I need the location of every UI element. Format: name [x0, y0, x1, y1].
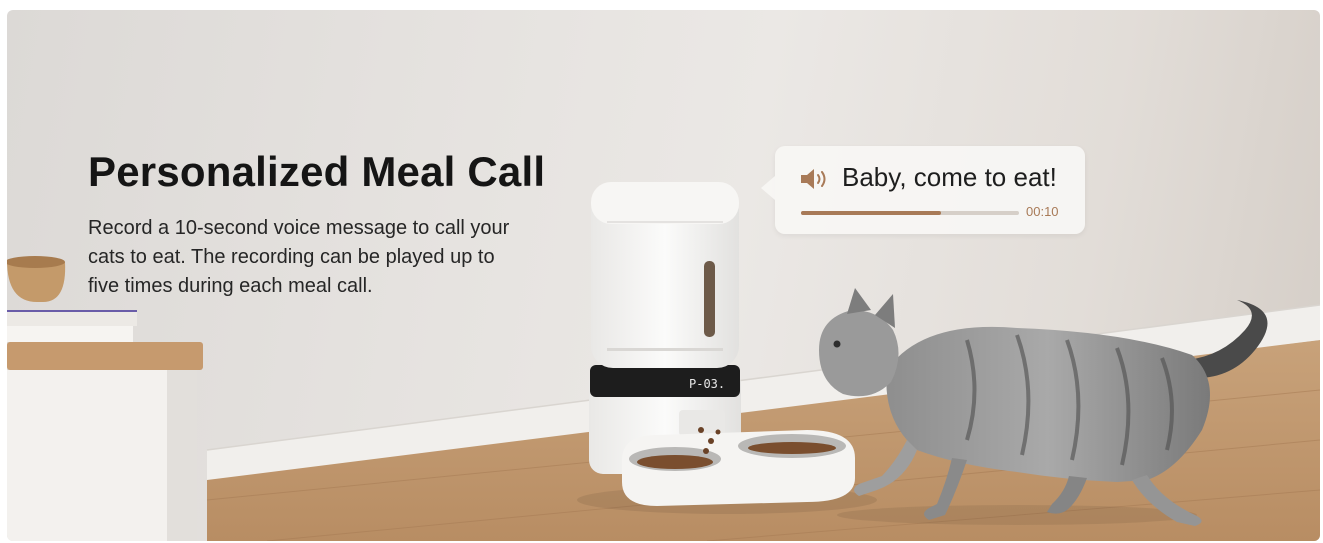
voice-message-bubble: Baby, come to eat! 00:10 — [761, 146, 1085, 234]
playback-time: 00:10 — [1026, 204, 1059, 219]
playback-progress-fill — [801, 211, 941, 215]
voice-message-text: Baby, come to eat! — [842, 162, 1057, 192]
meal-call-banner: P-03. Personalized Meal Call Record a 10… — [7, 10, 1320, 541]
svg-text:P-03.: P-03. — [689, 377, 725, 391]
playback-progress-bar[interactable] — [801, 211, 1019, 215]
description: Record a 10-second voice message to call… — [88, 217, 510, 297]
headline: Personalized Meal Call — [88, 148, 546, 195]
speaker-icon[interactable] — [800, 168, 828, 190]
